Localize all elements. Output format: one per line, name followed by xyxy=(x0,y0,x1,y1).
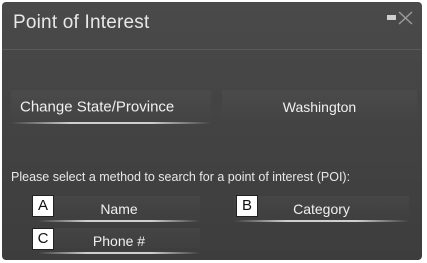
change-state-button[interactable]: Change State/Province xyxy=(11,90,211,124)
callout-a: A xyxy=(32,195,54,217)
change-state-label: Change State/Province xyxy=(20,98,175,116)
search-by-phone-button[interactable]: Phone # xyxy=(38,228,200,254)
button-underline xyxy=(234,220,409,222)
title-divider xyxy=(2,49,422,50)
state-value-label: Washington xyxy=(282,99,357,115)
search-by-category-button[interactable]: Category xyxy=(234,196,409,222)
search-by-name-button[interactable]: Name xyxy=(38,196,200,222)
name-option-label: Name xyxy=(100,201,138,217)
phone-option-label: Phone # xyxy=(92,233,146,249)
page-title: Point of Interest xyxy=(13,12,150,33)
button-underline xyxy=(38,252,200,254)
search-method-prompt: Please select a method to search for a p… xyxy=(11,170,351,184)
button-underline xyxy=(38,220,200,222)
signal-icon xyxy=(387,11,413,25)
button-underline xyxy=(11,122,211,124)
callout-b: B xyxy=(236,195,258,217)
callout-c: C xyxy=(32,228,54,250)
poi-screen: Point of Interest Change State/Province … xyxy=(2,2,422,260)
category-option-label: Category xyxy=(293,201,350,217)
current-state-value: Washington xyxy=(222,90,417,124)
